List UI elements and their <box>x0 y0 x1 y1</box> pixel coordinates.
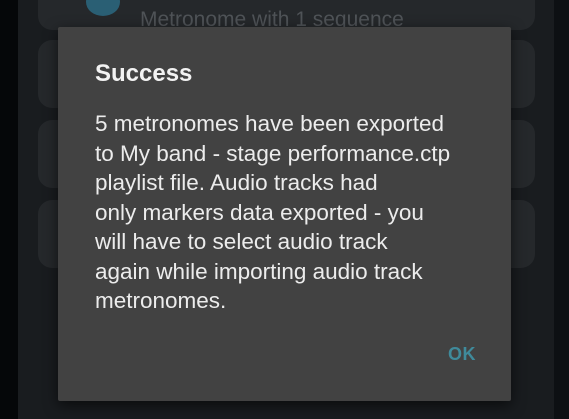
screen-edge-left <box>0 0 18 419</box>
app-screen: Metronome with 1 sequence Success 5 metr… <box>0 0 569 419</box>
dialog-message: 5 metronomes have been exported to My ba… <box>95 111 451 313</box>
dialog-title: Success <box>95 60 193 87</box>
screen-edge-right <box>554 0 569 419</box>
ok-button[interactable]: OK <box>448 344 476 365</box>
success-dialog: Success 5 metronomes have been exported … <box>58 27 511 401</box>
